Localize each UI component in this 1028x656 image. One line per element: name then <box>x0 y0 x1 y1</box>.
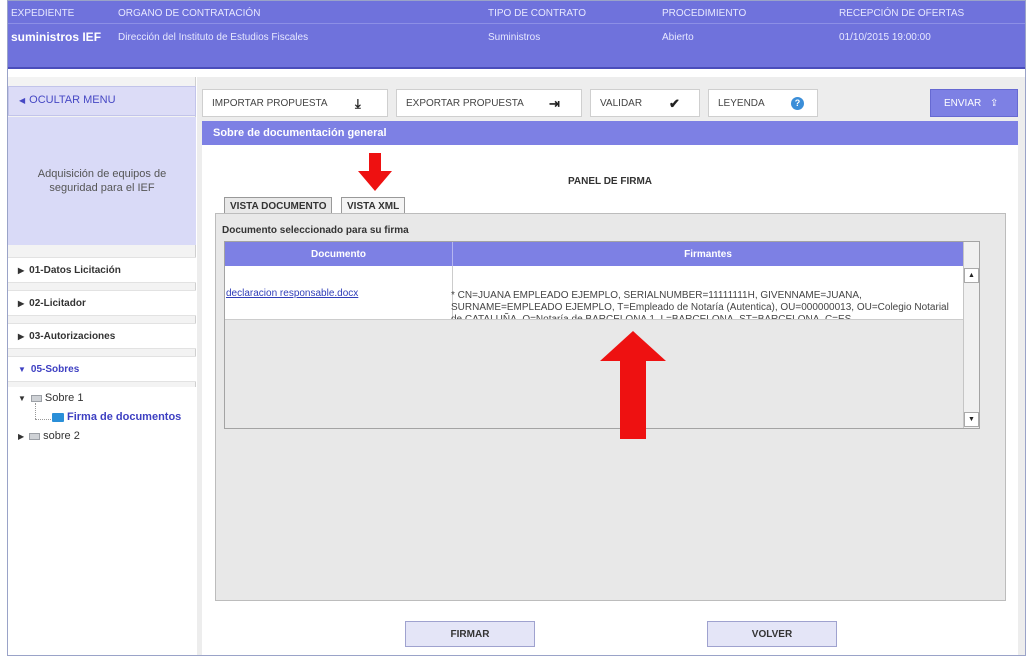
leyenda-button[interactable]: LEYENDA ? <box>708 89 818 117</box>
tree-item-sobre-1[interactable]: ▼ Sobre 1 <box>18 392 83 404</box>
tree-item-label: Sobre 1 <box>44 392 84 404</box>
triangle-right-icon: ▶ <box>18 432 25 441</box>
tree-item-sobre-2[interactable]: ▶ sobre 2 <box>18 430 80 442</box>
triangle-down-icon: ▼ <box>18 394 26 403</box>
organo-label: ORGANO DE CONTRATACIÓN <box>118 8 261 19</box>
sidebar-item-label: 03-Autorizaciones <box>29 331 116 342</box>
annotation-arrow-down-icon <box>358 153 392 191</box>
sidebar-item-sobres[interactable]: ▼ 05-Sobres <box>8 356 196 382</box>
importar-propuesta-button[interactable]: IMPORTAR PROPUESTA ⤓ <box>202 89 388 117</box>
tipo-contrato-label: TIPO DE CONTRATO <box>488 8 586 19</box>
organo-value: Dirección del Instituto de Estudios Fisc… <box>118 32 309 43</box>
sidebar: ◀ OCULTAR MENU Adquisición de equipos de … <box>8 77 196 655</box>
volver-button[interactable]: VOLVER <box>707 621 837 647</box>
folder-icon <box>52 412 64 422</box>
help-icon: ? <box>791 97 804 110</box>
exportar-propuesta-button[interactable]: EXPORTAR PROPUESTA ⇥ <box>396 89 582 117</box>
tree-item-label: Firma de documentos <box>67 411 182 423</box>
app-window: EXPEDIENTE suministros IEF ORGANO DE CON… <box>7 0 1026 656</box>
scroll-down-icon[interactable]: ▼ <box>964 412 979 427</box>
grid-scrollbar[interactable]: ▲ ▼ <box>963 242 979 428</box>
triangle-right-icon: ▶ <box>18 266 25 275</box>
validar-button[interactable]: VALIDAR ✔ <box>590 89 700 117</box>
sidebar-item-licitador[interactable]: ▶ 02-Licitador <box>8 290 196 316</box>
column-header-documento[interactable]: Documento <box>225 242 452 266</box>
envelope-icon <box>29 432 41 440</box>
sidebar-item-autorizaciones[interactable]: ▶ 03-Autorizaciones <box>8 323 196 349</box>
importar-label: IMPORTAR PROPUESTA <box>212 98 328 109</box>
document-link[interactable]: declaracion responsable.docx <box>226 288 358 299</box>
panel-firma-heading: PANEL DE FIRMA <box>567 176 653 187</box>
download-icon: ⤓ <box>355 96 361 111</box>
firmar-button[interactable]: FIRMAR <box>405 621 535 647</box>
grid-header: Documento Firmantes <box>225 242 963 266</box>
tree-item-firma-documentos[interactable]: Firma de documentos <box>52 411 181 423</box>
sidebar-item-label: 01-Datos Licitación <box>29 265 121 276</box>
validar-label: VALIDAR <box>600 98 643 109</box>
export-icon: ⇥ <box>549 96 560 111</box>
recepcion-value: 01/10/2015 19:00:00 <box>839 32 931 43</box>
licitacion-description: Adquisición de equipos de seguridad para… <box>8 117 196 245</box>
triangle-right-icon: ▶ <box>18 332 25 341</box>
documento-seleccionado-label: Documento seleccionado para su firma <box>222 225 409 236</box>
triangle-right-icon: ▶ <box>18 299 25 308</box>
scroll-up-icon[interactable]: ▲ <box>964 268 979 283</box>
tipo-contrato-value: Suministros <box>488 32 541 43</box>
checkmark-icon: ✔ <box>669 96 680 111</box>
expediente-label: EXPEDIENTE <box>11 8 75 19</box>
procedimiento-value: Abierto <box>662 32 694 43</box>
column-header-firmantes[interactable]: Firmantes <box>453 242 963 266</box>
header-divider <box>8 23 1025 24</box>
enviar-button[interactable]: ENVIAR ⇪ <box>930 89 1018 117</box>
tree-connector <box>35 419 51 420</box>
expediente-value: suministros IEF <box>11 30 102 44</box>
sidebar-item-label: 02-Licitador <box>29 298 86 309</box>
exportar-label: EXPORTAR PROPUESTA <box>406 98 524 109</box>
procedimiento-label: PROCEDIMIENTO <box>662 8 747 19</box>
toolbar: IMPORTAR PROPUESTA ⤓ EXPORTAR PROPUESTA … <box>202 89 1018 117</box>
triangle-down-icon: ▼ <box>18 365 26 374</box>
annotation-arrow-up-icon <box>600 331 666 439</box>
table-row[interactable]: declaracion responsable.docx * CN=JUANA … <box>225 266 963 320</box>
send-icon: ⇪ <box>990 98 999 109</box>
ocultar-menu-button[interactable]: ◀ OCULTAR MENU <box>8 86 196 116</box>
panel-title: Sobre de documentación general <box>202 121 1018 145</box>
leyenda-label: LEYENDA <box>718 98 765 109</box>
chevron-left-icon: ◀ <box>19 96 26 105</box>
tree-connector <box>35 403 36 419</box>
enviar-label: ENVIAR <box>944 98 982 109</box>
sidebar-item-datos-licitacion[interactable]: ▶ 01-Datos Licitación <box>8 257 196 283</box>
firmantes-cell: * CN=JUANA EMPLEADO EJEMPLO, SERIALNUMBE… <box>451 290 949 320</box>
recepcion-label: RECEPCIÓN DE OFERTAS <box>839 8 965 19</box>
sobres-tree: ▼ Sobre 1 Firma de documentos ▶ sobre 2 <box>8 387 196 655</box>
tree-item-label: sobre 2 <box>43 430 80 442</box>
expediente-header: EXPEDIENTE suministros IEF ORGANO DE CON… <box>8 1 1025 69</box>
envelope-icon <box>30 394 42 402</box>
sidebar-item-label: 05-Sobres <box>30 364 80 375</box>
ocultar-menu-label: OCULTAR MENU <box>29 94 116 106</box>
